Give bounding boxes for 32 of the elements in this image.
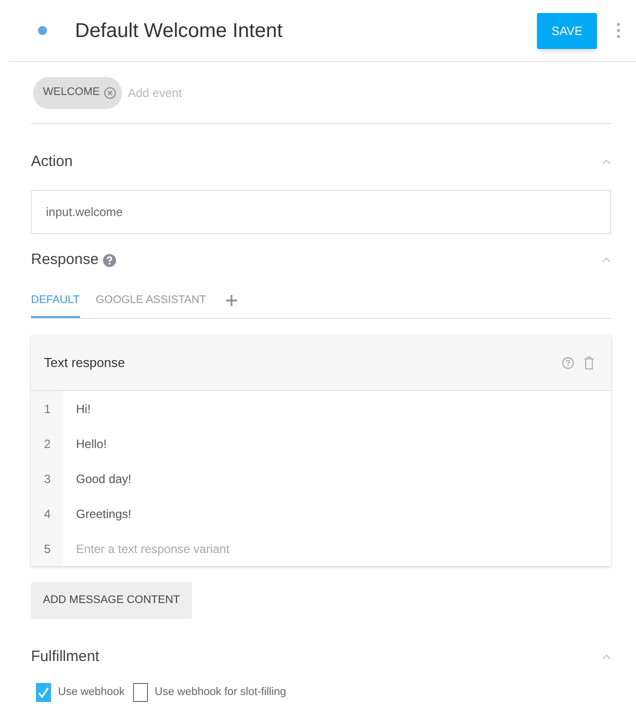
help-icon[interactable] xyxy=(562,356,574,368)
line-number: 3 xyxy=(44,470,51,488)
help-icon[interactable] xyxy=(102,254,116,266)
action-field[interactable]: input.welcome xyxy=(31,190,611,234)
add-icon[interactable] xyxy=(226,294,238,306)
response-variant-field[interactable]: Enter a text response variant xyxy=(76,540,376,558)
collapse-chevron-icon[interactable] xyxy=(602,257,611,263)
collapse-chevron-icon[interactable] xyxy=(602,159,611,165)
checkbox[interactable] xyxy=(132,683,148,702)
section-title: Fulfillment xyxy=(31,646,100,667)
card-title: Text response xyxy=(44,354,125,372)
add-event-field[interactable]: Add event xyxy=(128,84,611,102)
collapse-chevron-icon[interactable] xyxy=(602,654,611,660)
checkbox-label: Use webhook for slot-filling xyxy=(154,685,286,700)
response-variant[interactable]: Good day! xyxy=(76,470,132,488)
response-variant[interactable]: Greetings! xyxy=(76,504,132,522)
event-chip: WELCOME xyxy=(33,76,122,108)
checkbox[interactable] xyxy=(36,683,51,702)
line-number: 4 xyxy=(44,506,51,522)
trash-icon[interactable] xyxy=(584,356,594,370)
line-number: 5 xyxy=(44,540,51,558)
section-title: Response xyxy=(31,250,99,270)
line-number: 2 xyxy=(44,436,51,452)
more-options-icon[interactable] xyxy=(617,23,620,38)
section-title: Action xyxy=(31,152,73,172)
checkbox-label: Use webhook xyxy=(58,685,125,700)
response-variant[interactable]: Hi! xyxy=(76,400,91,418)
intent-title: Default Welcome Intent xyxy=(75,18,284,44)
remove-icon[interactable] xyxy=(104,86,116,98)
add-message-content-button[interactable]: ADD MESSAGE CONTENT xyxy=(31,582,192,619)
response-variant[interactable]: Hello! xyxy=(76,434,107,452)
line-number: 1 xyxy=(44,400,51,418)
